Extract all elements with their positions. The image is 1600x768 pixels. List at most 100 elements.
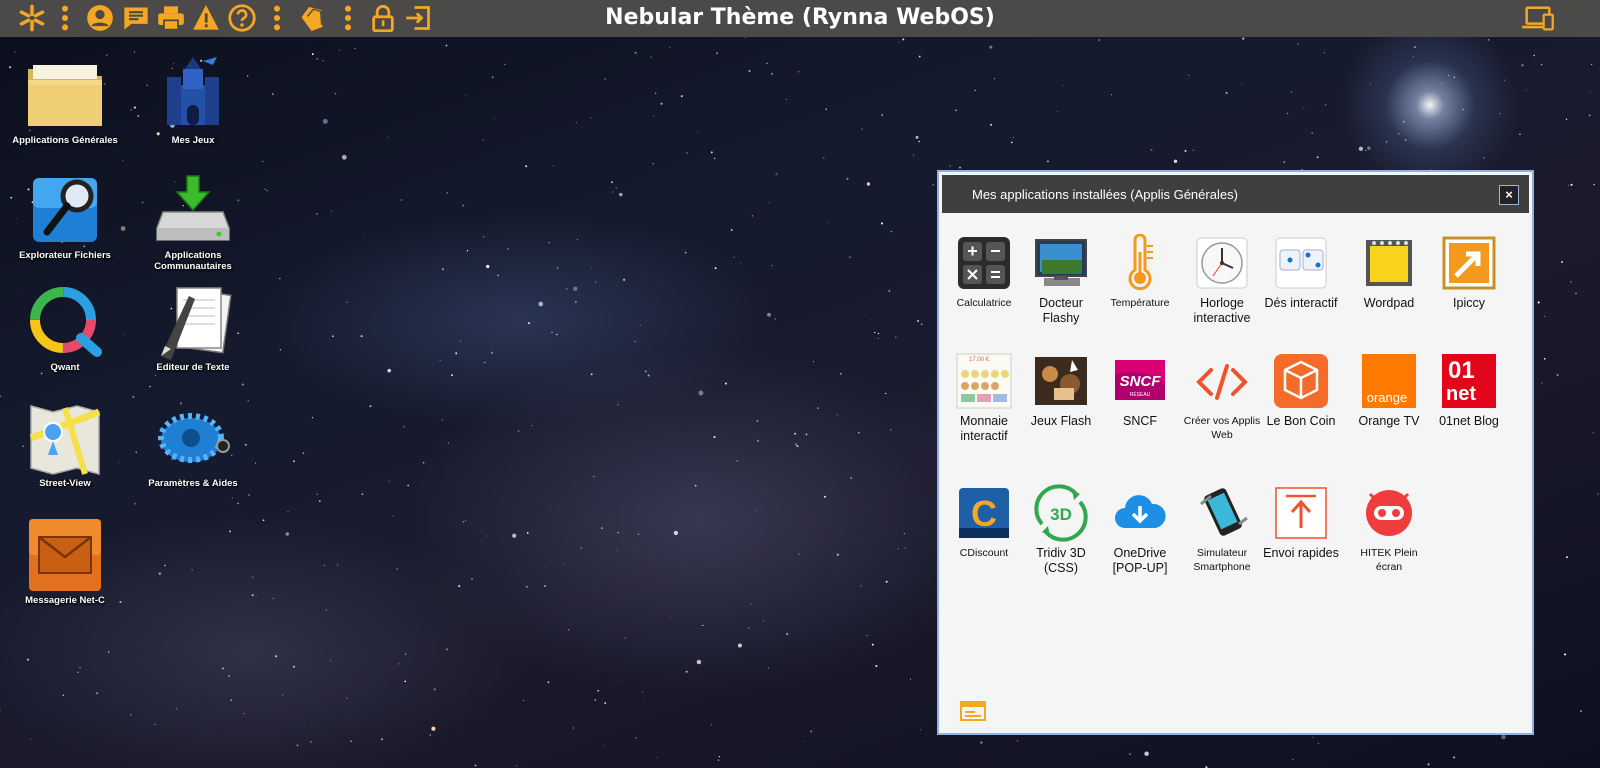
desktop-icon-applications-communautaires[interactable]: Applications Communautaires (133, 170, 253, 272)
star (624, 637, 626, 639)
star (455, 352, 458, 355)
app-simulateur-smartphone[interactable]: Simulateur Smartphone (1182, 484, 1262, 574)
desktop-icon-messagerie-net-c[interactable]: Messagerie Net-C (5, 515, 125, 606)
app-wordpad[interactable]: Wordpad (1349, 234, 1429, 311)
app-ipiccy[interactable]: Ipiccy (1429, 234, 1509, 311)
star (684, 251, 687, 254)
orange-icon: orange (1360, 352, 1418, 410)
vertical-dots-icon[interactable] (50, 3, 80, 33)
star (531, 425, 533, 427)
star (293, 665, 295, 668)
app-monnaie-interactif[interactable]: 17,00 € Monnaie interactif (944, 352, 1024, 444)
app-creer-vos-applis-web[interactable]: Créer vos Applis Web (1182, 352, 1262, 442)
star (653, 115, 655, 117)
star (491, 351, 494, 354)
desktop-icon-explorateur-fichiers[interactable]: Explorateur Fichiers (5, 170, 125, 261)
print-icon[interactable] (156, 3, 186, 33)
app-cdiscount[interactable]: C CDiscount (944, 484, 1024, 560)
window-layout-icon[interactable] (959, 699, 987, 723)
star (316, 493, 318, 495)
star (308, 42, 310, 44)
lock-icon[interactable] (368, 3, 398, 33)
cdiscount-icon: C (955, 484, 1013, 542)
close-button[interactable]: × (1499, 185, 1519, 205)
star (1290, 91, 1292, 93)
vertical-dots-icon[interactable] (333, 3, 363, 33)
app-jeux-flash[interactable]: Jeux Flash (1021, 352, 1101, 429)
star (590, 117, 592, 119)
desktop-icon-parametres-aides[interactable]: Paramètres & Aides (133, 398, 253, 489)
app-envoi-rapides[interactable]: Envoi rapides (1261, 484, 1341, 561)
app-onedrive[interactable]: OneDrive [POP-UP] (1100, 484, 1180, 576)
star (464, 520, 467, 522)
app-hitek[interactable]: HITEK Plein écran (1349, 484, 1429, 574)
star (990, 123, 993, 126)
app-le-bon-coin[interactable]: Le Bon Coin (1261, 352, 1341, 429)
star (1565, 118, 1568, 121)
star (447, 442, 450, 444)
star (1111, 94, 1113, 96)
app-des-interactif[interactable]: Dés interactif (1261, 234, 1341, 311)
star (266, 190, 268, 192)
asterisk-menu-icon[interactable] (17, 3, 47, 33)
star (702, 624, 704, 627)
star (714, 267, 717, 270)
star (898, 41, 900, 43)
star (656, 756, 658, 758)
star (526, 586, 528, 588)
star (593, 475, 595, 478)
app-temperature[interactable]: Température (1100, 233, 1180, 310)
star (1016, 740, 1018, 742)
desktop-icon-mes-jeux[interactable]: Mes Jeux (133, 55, 253, 146)
app-calculatrice[interactable]: Calculatrice (944, 234, 1024, 310)
star (980, 741, 983, 744)
star (837, 414, 839, 416)
logout-icon[interactable] (403, 3, 433, 33)
star (1369, 82, 1371, 85)
star (1358, 146, 1364, 151)
user-icon[interactable] (85, 3, 115, 33)
window-header[interactable]: Mes applications installées (Applis Géné… (942, 175, 1529, 213)
app-horloge-interactive[interactable]: Horloge interactive (1182, 234, 1262, 326)
star (655, 92, 657, 94)
star (594, 699, 597, 701)
app-docteur-flashy[interactable]: Docteur Flashy (1021, 234, 1101, 326)
app-01net-blog[interactable]: 01 net 01net Blog (1429, 352, 1509, 429)
star (302, 452, 305, 454)
tags-icon[interactable] (298, 3, 328, 33)
star (507, 248, 509, 250)
star (918, 140, 920, 143)
castle-icon (153, 55, 233, 135)
desktop-icon-street-view[interactable]: Street-View (5, 398, 125, 489)
star (134, 502, 137, 505)
app-orange-tv[interactable]: orange Orange TV (1349, 352, 1429, 429)
star (1580, 710, 1582, 713)
star (1568, 184, 1570, 186)
app-tridiv-3d[interactable]: 3D Tridiv 3D (CSS) (1021, 484, 1101, 576)
star (696, 131, 698, 133)
desktop-icon-applications-generales[interactable]: Applications Générales (5, 55, 125, 146)
star (716, 52, 718, 55)
star (680, 95, 683, 98)
devices-icon[interactable] (1520, 3, 1556, 33)
desktop-icon-editeur-de-texte[interactable]: Editeur de Texte (133, 282, 253, 373)
svg-text:3D: 3D (1050, 505, 1072, 524)
installed-apps-window[interactable]: Mes applications installées (Applis Géné… (937, 170, 1534, 735)
star (694, 484, 697, 487)
star (836, 553, 839, 556)
star (825, 108, 827, 110)
desktop-icon-qwant[interactable]: Qwant (5, 282, 125, 373)
vertical-dots-icon[interactable] (262, 3, 292, 33)
warning-icon[interactable] (191, 3, 221, 33)
star (516, 765, 518, 767)
star (766, 62, 768, 65)
star (767, 312, 771, 317)
notes-icon[interactable] (121, 3, 151, 33)
help-icon[interactable] (227, 3, 257, 33)
star (615, 186, 618, 189)
clock-icon (1193, 234, 1251, 292)
star (1412, 55, 1415, 58)
app-sncf[interactable]: SNCF RÉSEAU SNCF (1100, 352, 1180, 429)
star (1413, 46, 1416, 48)
hitek-icon (1360, 484, 1418, 542)
